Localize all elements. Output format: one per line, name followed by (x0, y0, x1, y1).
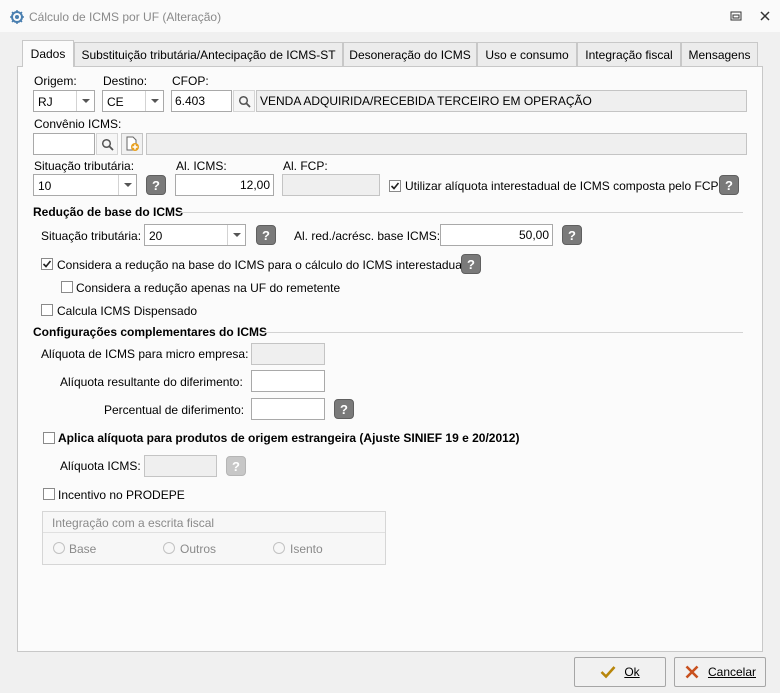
aliquota-icms-input[interactable] (144, 455, 217, 477)
al-red-input[interactable] (440, 224, 553, 246)
section-divider (263, 332, 743, 333)
dispensado-checkbox[interactable] (41, 304, 53, 316)
checkmark-icon (42, 260, 52, 268)
cfop-search-button[interactable] (233, 90, 255, 112)
prodepe-checkbox[interactable] (43, 488, 55, 500)
al-red-label: Al. red./acrésc. base ICMS: (294, 229, 441, 243)
complementares-header: Configurações complementares do ICMS (33, 325, 268, 339)
cfop-input[interactable] (171, 90, 232, 112)
considera-uf-label: Considera a redução apenas na UF do reme… (76, 281, 341, 295)
tab-desoneracao[interactable]: Desoneração do ICMS (343, 42, 477, 66)
cfop-description: VENDA ADQUIRIDA/RECEBIDA TERCEIRO EM OPE… (256, 90, 747, 112)
convenio-input[interactable] (33, 133, 95, 155)
tab-integracao-fiscal[interactable]: Integração fiscal (577, 42, 681, 66)
radio-base[interactable] (53, 542, 65, 554)
estrangeira-checkbox[interactable] (43, 432, 55, 444)
tab-mensagens[interactable]: Mensagens (681, 42, 758, 66)
radio-isento-label: Isento (290, 542, 323, 556)
al-icms-label: Al. ICMS: (176, 159, 227, 173)
close-x-icon (685, 665, 699, 679)
chevron-down-icon (81, 99, 90, 103)
ok-button[interactable]: Ok (574, 657, 666, 687)
reducao-situacao-label: Situação tributária: (41, 229, 142, 243)
close-icon[interactable] (757, 8, 773, 24)
aliquota-icms-label: Alíquota ICMS: (60, 459, 141, 473)
destino-dropdown-button[interactable] (145, 91, 163, 111)
check-icon (600, 666, 616, 679)
reducao-dropdown-button[interactable] (227, 225, 245, 245)
diferimento-input[interactable] (251, 370, 325, 392)
group-divider (43, 532, 385, 533)
percentual-input[interactable] (251, 398, 325, 420)
radio-isento[interactable] (273, 542, 285, 554)
chevron-down-icon (232, 233, 241, 237)
ok-label: Ok (624, 665, 640, 679)
considera-reducao-checkbox[interactable] (41, 258, 53, 270)
destino-value: CE (107, 95, 124, 109)
situacao-tributaria-select[interactable]: 10 (33, 174, 137, 196)
convenio-label: Convênio ICMS: (34, 117, 122, 131)
origem-select[interactable]: RJ (33, 90, 95, 112)
cfop-label: CFOP: (172, 74, 209, 88)
search-icon (101, 138, 114, 151)
radio-outros-label: Outros (180, 542, 217, 556)
help-icon[interactable]: ? (719, 175, 739, 195)
diferimento-label: Alíquota resultante do diferimento: (60, 375, 243, 389)
situacao-dropdown-button[interactable] (118, 175, 136, 195)
convenio-search-button[interactable] (96, 133, 118, 155)
section-divider (180, 212, 743, 213)
situacao-tributaria-value: 10 (38, 179, 52, 193)
origem-dropdown-button[interactable] (76, 91, 94, 111)
al-fcp-label: Al. FCP: (283, 159, 328, 173)
micro-empresa-label: Alíquota de ICMS para micro empresa: (41, 347, 249, 361)
origem-label: Origem: (34, 74, 77, 88)
chevron-down-icon (123, 183, 132, 187)
chevron-down-icon (150, 99, 159, 103)
al-fcp-input[interactable] (282, 174, 380, 196)
cancel-button[interactable]: Cancelar (674, 657, 766, 687)
integracao-title: Integração com a escrita fiscal (52, 516, 215, 530)
origem-value: RJ (38, 95, 53, 109)
tab-substituicao-tributaria[interactable]: Substituição tributária/Antecipação de I… (74, 42, 343, 66)
help-icon: ? (226, 456, 246, 476)
tab-uso-consumo[interactable]: Uso e consumo (477, 42, 577, 66)
destino-label: Destino: (103, 74, 148, 88)
prodepe-label: Incentivo no PRODEPE (58, 488, 185, 502)
al-icms-input[interactable] (175, 174, 274, 196)
search-icon (238, 95, 251, 108)
considera-uf-checkbox[interactable] (61, 281, 73, 293)
percentual-label: Percentual de diferimento: (104, 403, 245, 417)
window-title: Cálculo de ICMS por UF (Alteração) (29, 10, 222, 24)
fcp-checkbox[interactable] (389, 180, 401, 192)
checkmark-icon (390, 182, 400, 190)
considera-reducao-label: Considera a redução na base do ICMS para… (57, 258, 465, 272)
situacao-tributaria-label: Situação tributária: (34, 159, 135, 173)
add-document-icon (126, 136, 139, 151)
reducao-situacao-select[interactable]: 20 (144, 224, 246, 246)
restore-icon[interactable] (728, 8, 744, 24)
fcp-checkbox-label: Utilizar alíquota interestadual de ICMS … (405, 179, 719, 193)
app-gear-icon (10, 10, 24, 24)
help-icon[interactable]: ? (562, 225, 582, 245)
dispensado-label: Calcula ICMS Dispensado (57, 304, 198, 318)
tab-dados[interactable]: Dados (22, 40, 74, 67)
cancel-label: Cancelar (707, 665, 757, 679)
radio-base-label: Base (69, 542, 97, 556)
help-icon[interactable]: ? (256, 225, 276, 245)
convenio-description (146, 133, 747, 155)
help-icon[interactable]: ? (334, 399, 354, 419)
reducao-header: Redução de base do ICMS (33, 205, 184, 219)
estrangeira-label: Aplica alíquota para produtos de origem … (58, 431, 520, 445)
destino-select[interactable]: CE (102, 90, 164, 112)
reducao-situacao-value: 20 (149, 229, 163, 243)
micro-empresa-input[interactable] (251, 343, 325, 365)
help-icon[interactable]: ? (146, 175, 166, 195)
help-icon[interactable]: ? (461, 254, 481, 274)
radio-outros[interactable] (163, 542, 175, 554)
convenio-add-button[interactable] (121, 133, 143, 155)
